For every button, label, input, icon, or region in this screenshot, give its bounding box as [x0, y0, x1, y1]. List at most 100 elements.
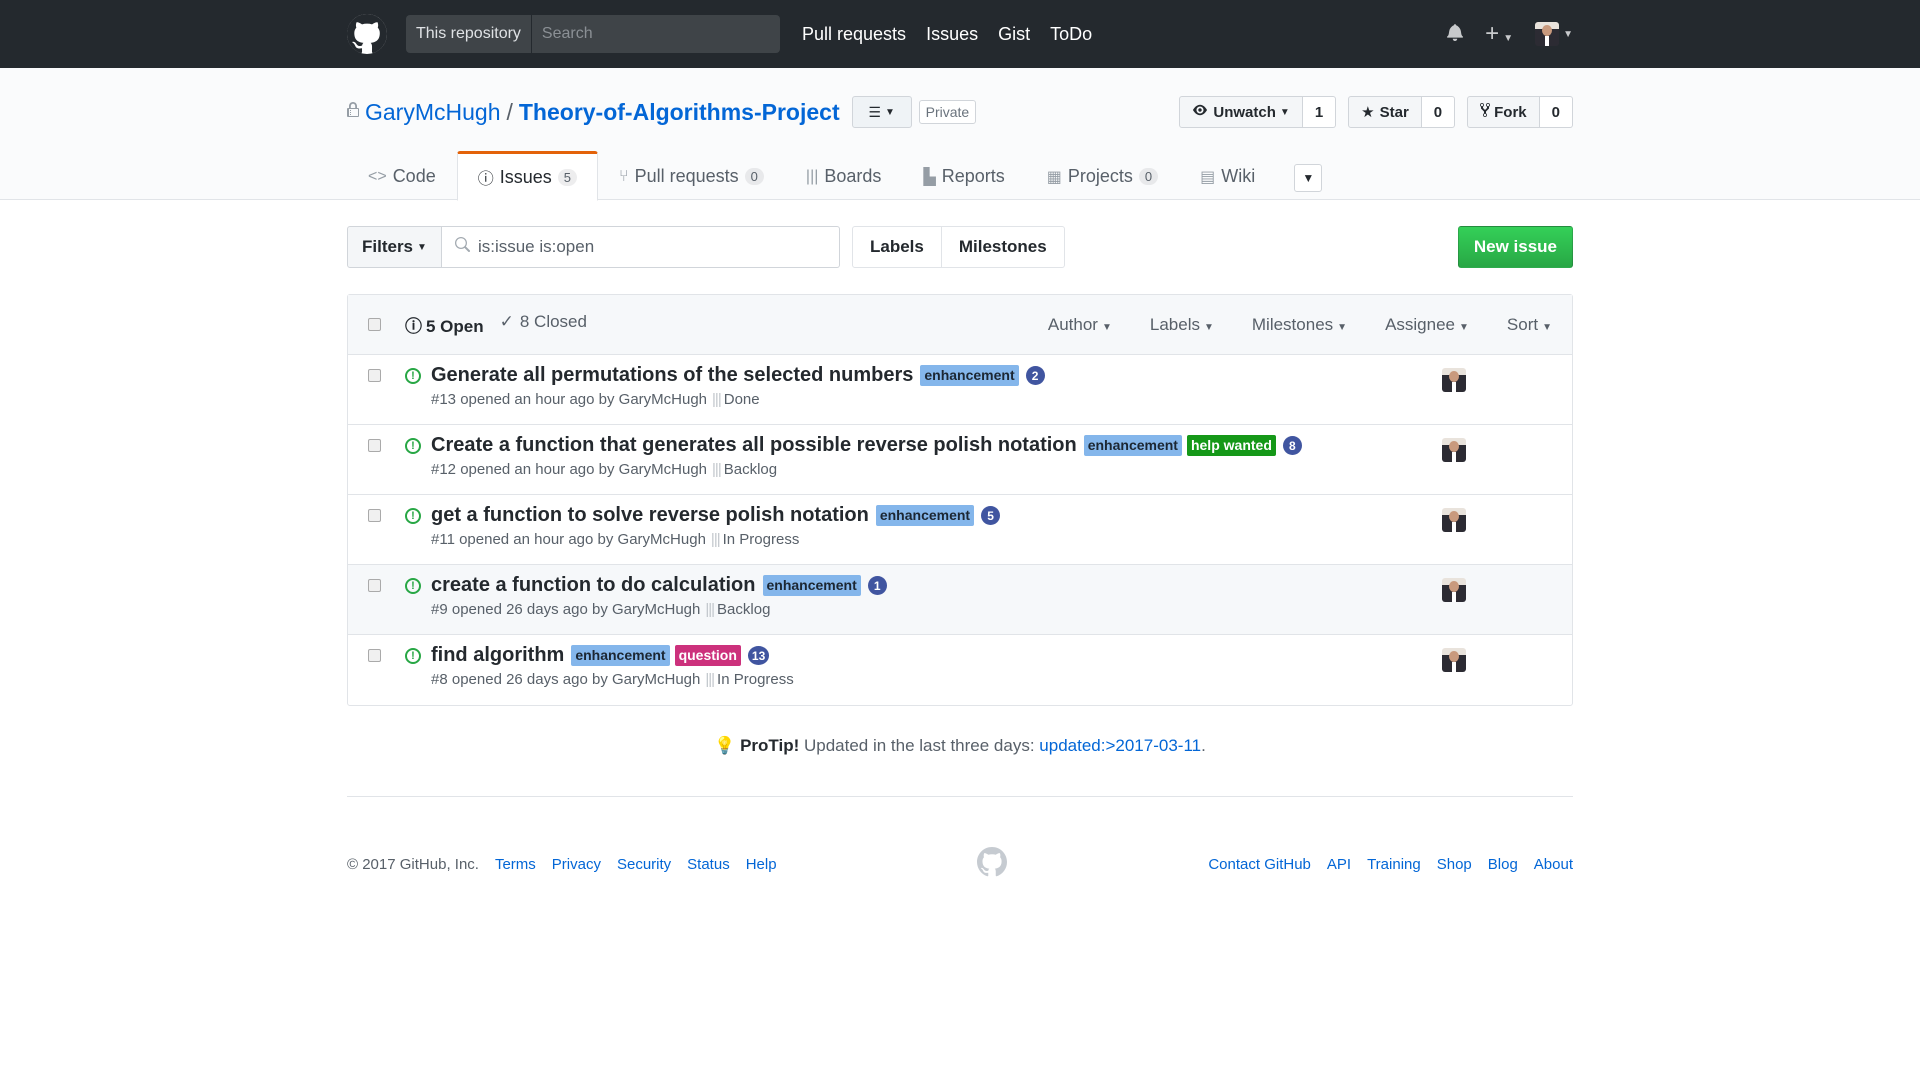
nav-todo[interactable]: ToDo [1050, 24, 1092, 45]
tab-projects[interactable]: ▦ Projects 0 [1026, 151, 1179, 200]
issue-query-field [441, 226, 840, 268]
issue-title-link[interactable]: get a function to solve reverse polish n… [431, 504, 869, 527]
repo-list-button[interactable]: ☰ ▼ [851, 96, 912, 128]
closed-issues-link[interactable]: ✓ 8 Closed [500, 312, 587, 337]
footer-link-privacy[interactable]: Privacy [552, 856, 601, 873]
footer-link-status[interactable]: Status [687, 856, 730, 873]
boards-icon: ||| [805, 167, 819, 185]
more-tabs-button[interactable]: ▼ [1294, 164, 1323, 192]
lock-icon [347, 101, 359, 123]
assignee-avatar[interactable] [1442, 578, 1466, 602]
issue-title-link[interactable]: create a function to do calculation [431, 574, 756, 597]
chevron-down-icon: ▼ [884, 106, 895, 118]
footer-link-shop[interactable]: Shop [1437, 856, 1472, 873]
tab-boards[interactable]: ||| Boards [785, 151, 903, 200]
pipeline-label: Done [723, 391, 760, 408]
issue-row[interactable]: ! get a function to solve reverse polish… [348, 495, 1572, 565]
star-button[interactable]: ★ Star [1348, 96, 1422, 128]
issue-checkbox[interactable] [368, 649, 381, 662]
footer-link-api[interactable]: API [1327, 856, 1351, 873]
repo-title: GaryMcHugh / Theory-of-Algorithms-Projec… [347, 99, 840, 126]
labels-filter[interactable]: Labels ▼ [1150, 315, 1214, 335]
fork-action: Fork 0 [1467, 96, 1573, 128]
issue-title-link[interactable]: Generate all permutations of the selecte… [431, 364, 913, 387]
watch-count[interactable]: 1 [1302, 96, 1337, 128]
star-count[interactable]: 0 [1421, 96, 1456, 128]
label-enhancement[interactable]: enhancement [920, 365, 1019, 386]
select-all-checkbox[interactable] [368, 318, 381, 331]
nav-issues[interactable]: Issues [926, 24, 978, 45]
repo-owner-link[interactable]: GaryMcHugh [365, 99, 500, 126]
fork-count[interactable]: 0 [1539, 96, 1573, 128]
label-enhancement[interactable]: enhancement [762, 575, 861, 596]
author-filter[interactable]: Author ▼ [1048, 315, 1112, 335]
tab-code[interactable]: <> Code [347, 151, 457, 200]
tab-wiki[interactable]: ▤ Wiki [1179, 151, 1276, 200]
fork-label: Fork [1494, 103, 1527, 121]
footer-link-terms[interactable]: Terms [495, 856, 536, 873]
bell-icon[interactable] [1447, 23, 1464, 46]
github-mark-icon[interactable] [977, 847, 1008, 881]
filters-button[interactable]: Filters ▼ [347, 226, 442, 268]
footer-link-training[interactable]: Training [1367, 856, 1421, 873]
user-menu[interactable]: ▼ [1535, 22, 1573, 46]
assignee-avatar[interactable] [1442, 508, 1466, 532]
chevron-down-icon: ▼ [1337, 321, 1348, 333]
issue-title-link[interactable]: Create a function that generates all pos… [431, 434, 1077, 457]
closed-count-label: 8 Closed [519, 312, 587, 331]
main-content: Filters ▼ Labels Milestones New issue ⓘ5… [347, 226, 1573, 881]
label-enhancement[interactable]: enhancement [875, 505, 975, 526]
assignee-avatar[interactable] [1442, 438, 1466, 462]
label-question[interactable]: question [674, 645, 741, 666]
issue-row[interactable]: ! find algorithm enhancement question 13… [348, 635, 1572, 705]
issue-meta: #11 opened an hour ago by GaryMcHugh [431, 531, 706, 548]
issue-checkbox[interactable] [368, 509, 381, 522]
footer-link-blog[interactable]: Blog [1488, 856, 1518, 873]
issue-checkbox[interactable] [368, 439, 381, 452]
footer-link-security[interactable]: Security [617, 856, 671, 873]
milestones-filter[interactable]: Milestones ▼ [1252, 315, 1347, 335]
labels-milestones: Labels Milestones [852, 226, 1065, 268]
repo-name-link[interactable]: Theory-of-Algorithms-Project [519, 99, 840, 126]
label-enhancement[interactable]: enhancement [571, 645, 670, 666]
label-help-wanted[interactable]: help wanted [1186, 435, 1276, 456]
avatar [1535, 22, 1560, 46]
open-issues-link[interactable]: ⓘ 5 Open [405, 312, 484, 337]
footer-link-about[interactable]: About [1534, 856, 1573, 873]
footer-link-help[interactable]: Help [746, 856, 777, 873]
sort-filter[interactable]: Sort ▼ [1507, 315, 1552, 335]
chevron-down-icon: ▼ [1279, 106, 1290, 118]
tab-issues[interactable]: ⓘ Issues 5 [456, 151, 598, 201]
issue-query-input[interactable] [477, 237, 838, 257]
tab-pull-requests[interactable]: ⑂ Pull requests 0 [598, 151, 785, 200]
estimate-badge: 13 [747, 646, 770, 665]
label-enhancement[interactable]: enhancement [1083, 435, 1182, 456]
nav-pull-requests[interactable]: Pull requests [802, 24, 906, 45]
protip-query-link[interactable]: updated:>2017-03-11 [1039, 736, 1201, 755]
unwatch-button[interactable]: Unwatch ▼ [1179, 96, 1303, 128]
assignee-filter[interactable]: Assignee ▼ [1385, 315, 1469, 335]
assignee-filter-label: Assignee [1385, 314, 1455, 334]
issue-row[interactable]: ! Create a function that generates all p… [348, 425, 1572, 495]
fork-button[interactable]: Fork [1467, 96, 1540, 128]
top-header: This repository Pull requests Issues Gis… [0, 0, 1920, 68]
tab-label: Code [392, 166, 436, 186]
issue-title-link[interactable]: find algorithm [431, 644, 564, 667]
new-issue-button[interactable]: New issue [1457, 226, 1573, 268]
nav-gist[interactable]: Gist [998, 24, 1030, 45]
labels-button[interactable]: Labels [852, 226, 942, 268]
issue-checkbox[interactable] [368, 579, 381, 592]
milestones-button[interactable]: Milestones [941, 226, 1065, 268]
tab-label: Issues [499, 166, 552, 187]
footer-link-contact[interactable]: Contact GitHub [1208, 856, 1311, 873]
filters-label: Filters [362, 237, 414, 256]
issue-checkbox[interactable] [368, 369, 381, 382]
plus-icon[interactable]: + ▼ [1485, 20, 1513, 48]
search-input[interactable] [531, 25, 780, 43]
tab-reports[interactable]: ▙ Reports [902, 151, 1025, 200]
issue-row[interactable]: ! Generate all permutations of the selec… [348, 355, 1572, 425]
issue-row[interactable]: ! create a function to do calculation en… [348, 565, 1572, 635]
assignee-avatar[interactable] [1442, 648, 1466, 672]
assignee-avatar[interactable] [1442, 368, 1466, 392]
github-logo-icon[interactable] [347, 14, 387, 54]
